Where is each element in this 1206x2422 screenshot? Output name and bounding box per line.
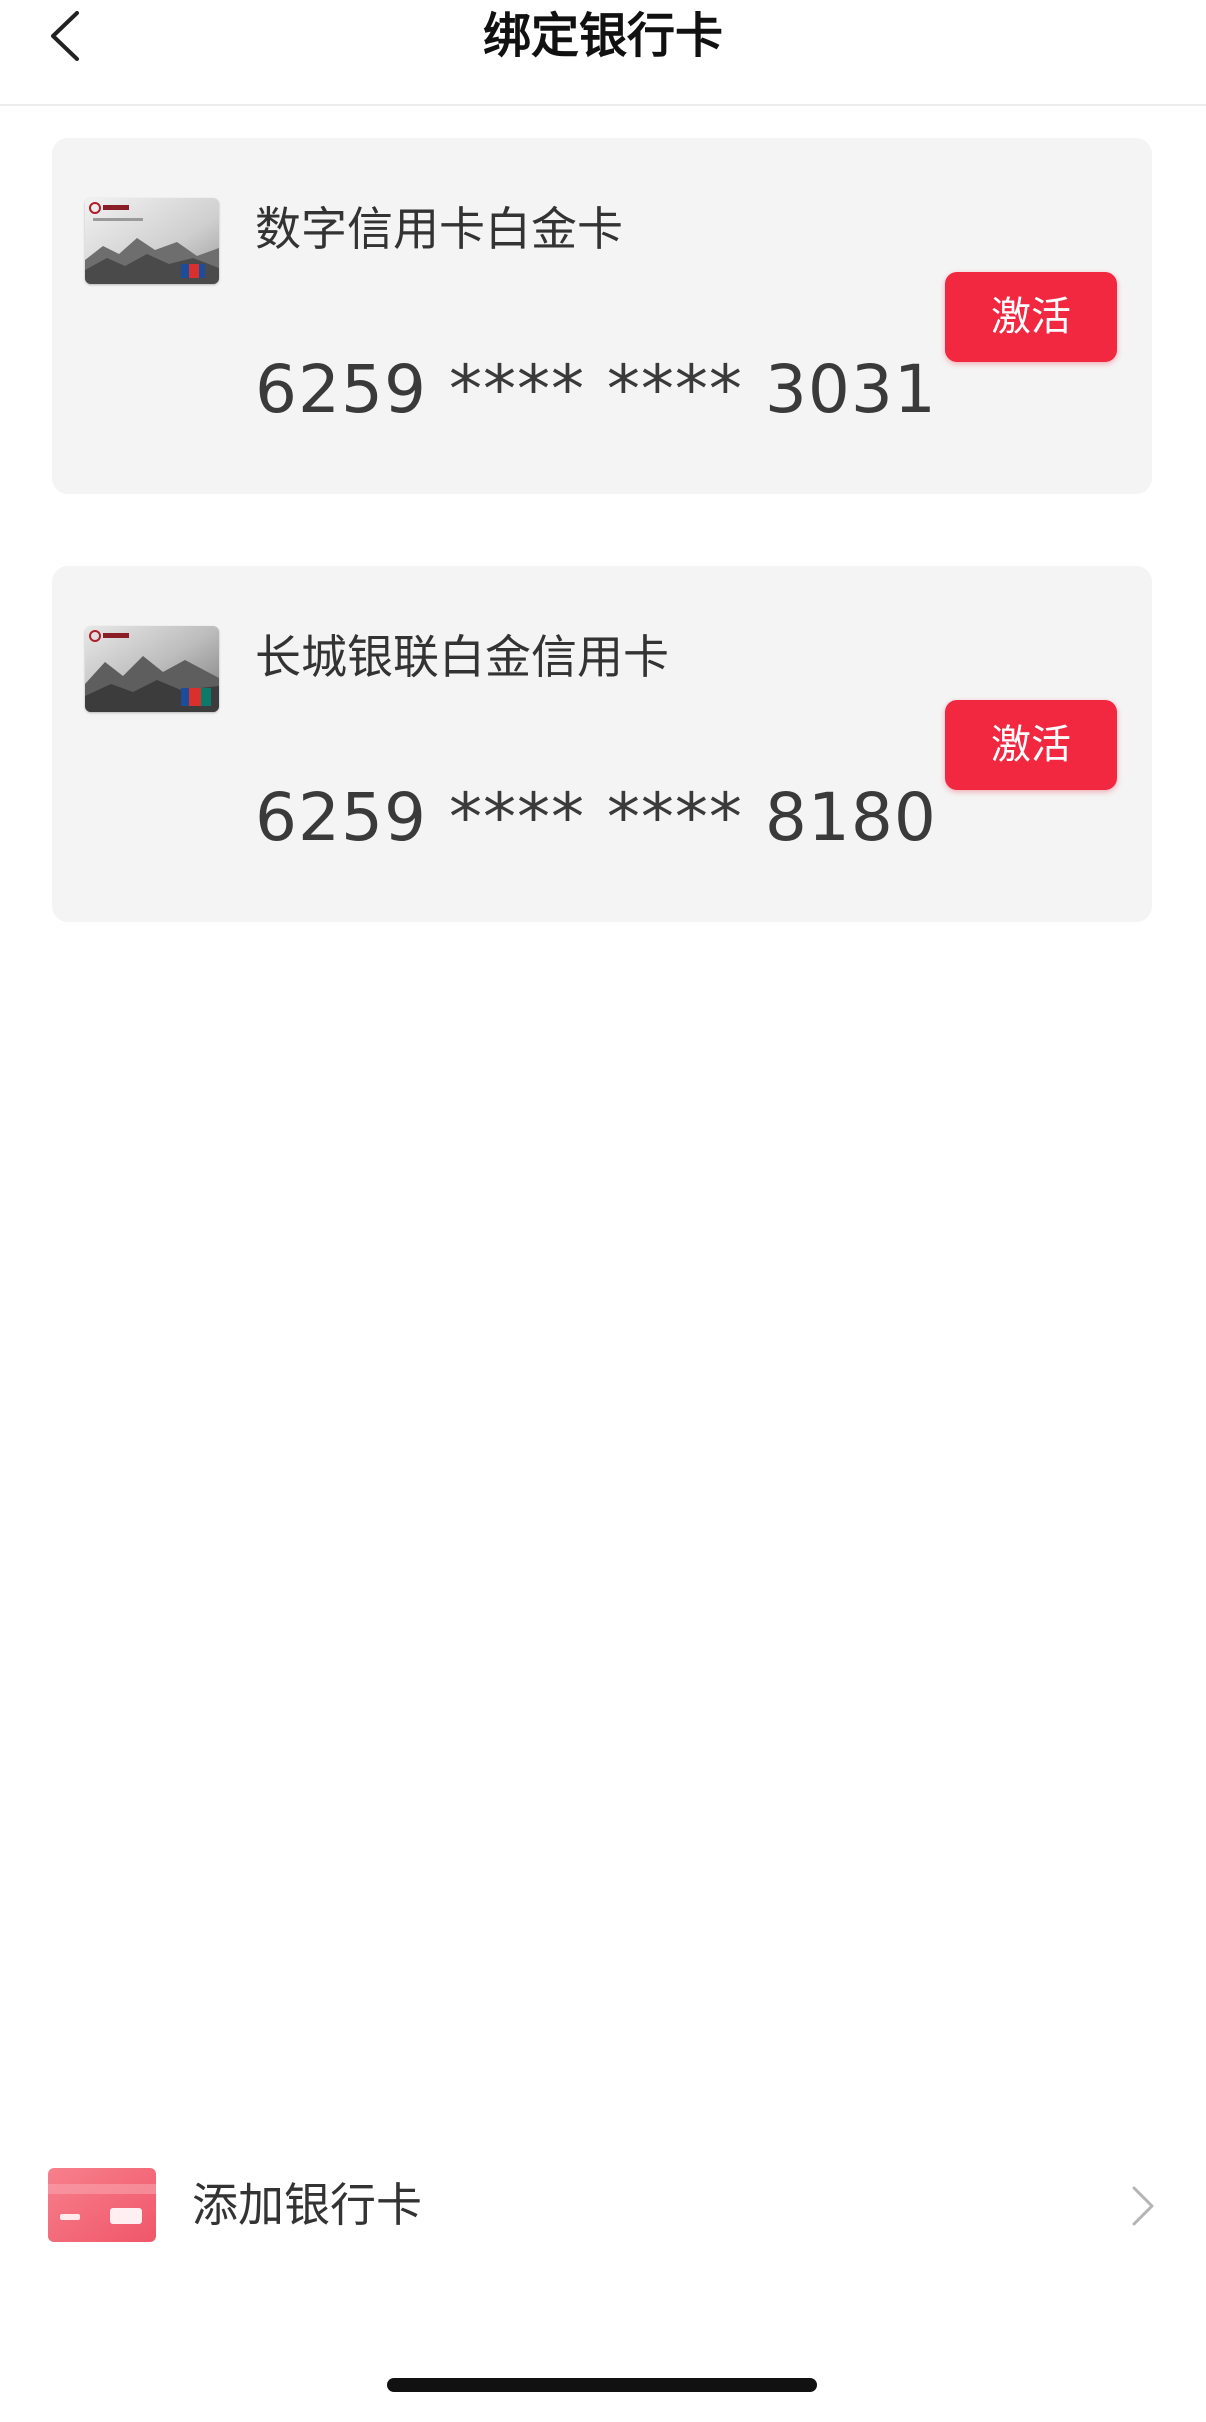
add-bank-card-label: 添加银行卡	[192, 2178, 422, 2232]
home-indicator	[387, 2378, 817, 2392]
card-number: 6259 **** **** 3031	[255, 351, 937, 428]
bind-bank-card-page: 绑定银行卡 数字信用卡白金卡 6259 **** **** 3031 激活 长城…	[0, 0, 1206, 2422]
chevron-right-icon	[1132, 2186, 1154, 2226]
add-bank-card-row[interactable]: 添加银行卡	[0, 2150, 1206, 2260]
card-name: 数字信用卡白金卡	[255, 202, 623, 256]
page-title: 绑定银行卡	[482, 8, 723, 64]
card-name: 长城银联白金信用卡	[255, 630, 669, 684]
credit-card-thumbnail	[85, 198, 219, 284]
bank-card-item[interactable]: 长城银联白金信用卡 6259 **** **** 8180 激活	[52, 566, 1152, 922]
header-bar: 绑定银行卡	[0, 0, 1206, 106]
bank-card-icon	[48, 2168, 156, 2242]
credit-card-thumbnail	[85, 626, 219, 712]
activate-button[interactable]: 激活	[945, 272, 1117, 362]
activate-button[interactable]: 激活	[945, 700, 1117, 790]
bank-card-item[interactable]: 数字信用卡白金卡 6259 **** **** 3031 激活	[52, 138, 1152, 494]
card-number: 6259 **** **** 8180	[255, 779, 937, 856]
